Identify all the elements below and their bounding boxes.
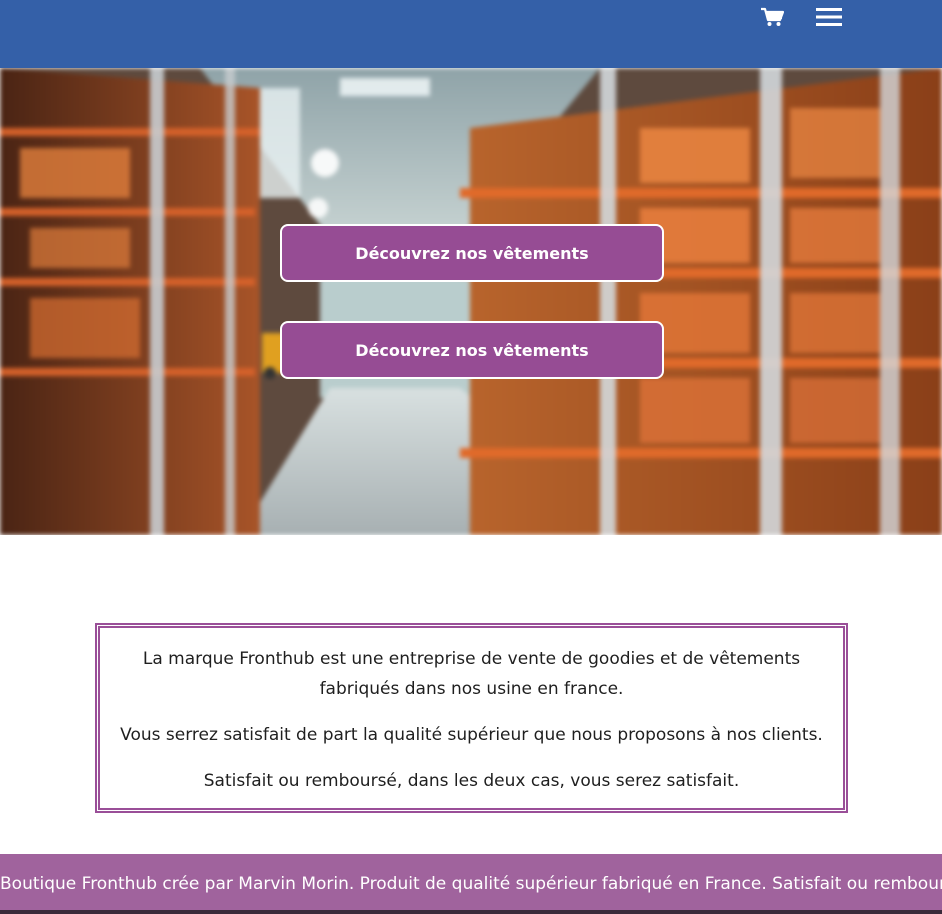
hamburger-menu-icon[interactable] [815, 6, 843, 28]
discover-clothes-button-secondary[interactable]: Découvrez nos vêtements [280, 321, 664, 379]
about-paragraph-brand: La marque Fronthub est une entreprise de… [142, 649, 801, 699]
warehouse-background-image [0, 68, 942, 535]
about-box: La marque Fronthub est une entreprise de… [95, 623, 848, 813]
about-paragraph-guarantee: Satisfait ou remboursé, dans les deux ca… [203, 771, 740, 791]
hero-banner: Découvrez nos vêtements Découvrez nos vê… [0, 68, 942, 535]
footer-bottom-bar [0, 910, 942, 914]
about-paragraph-quality: Vous serrez satisfait de part la qualité… [120, 725, 823, 745]
discover-clothes-button-primary[interactable]: Découvrez nos vêtements [280, 224, 664, 282]
shopping-cart-icon[interactable] [760, 7, 784, 27]
site-footer: Boutique Fronthub crée par Marvin Morin.… [0, 854, 942, 914]
site-header [0, 0, 942, 68]
footer-text: Boutique Fronthub crée par Marvin Morin.… [0, 874, 942, 894]
page: Découvrez nos vêtements Découvrez nos vê… [0, 0, 942, 914]
